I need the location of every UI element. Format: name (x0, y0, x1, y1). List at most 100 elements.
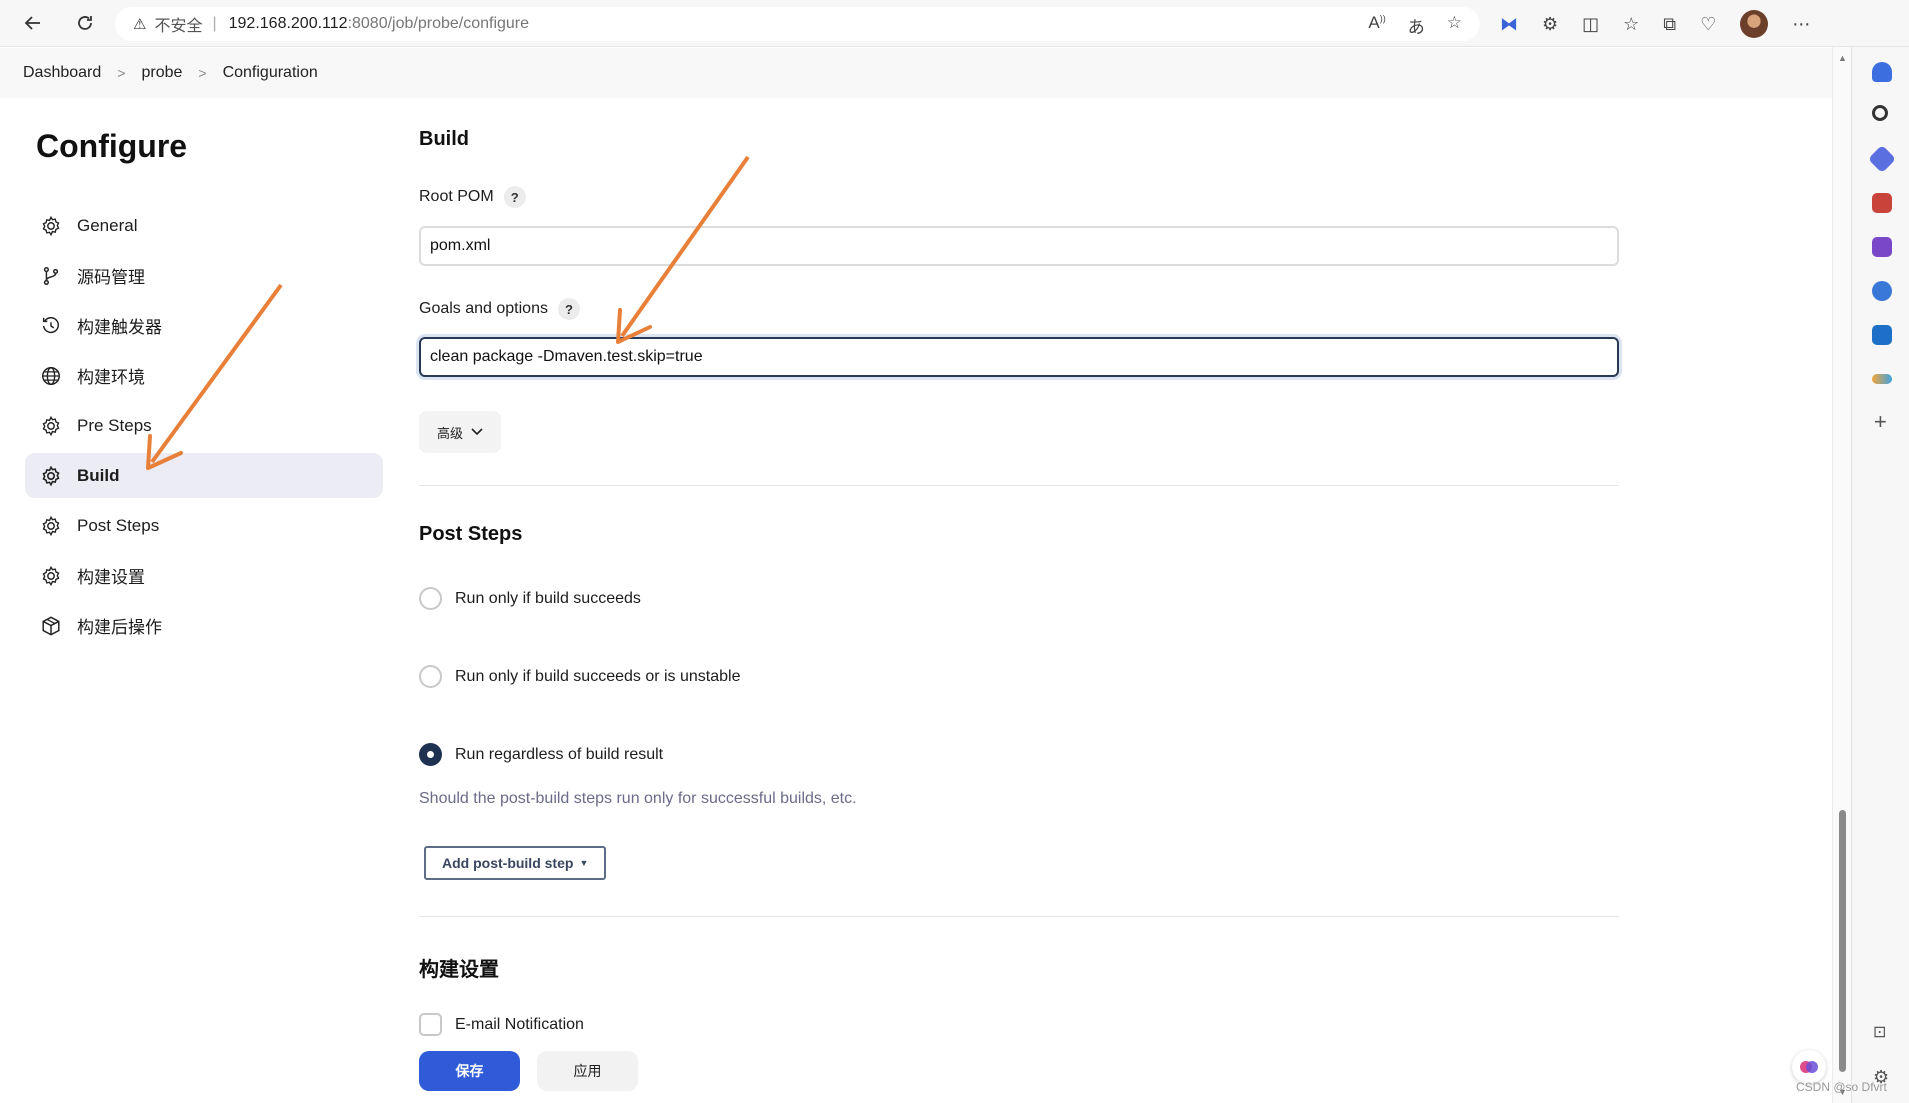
chevron-right-icon: > (198, 65, 207, 81)
section-divider (419, 916, 1619, 917)
browser-toolbar: ⚠ 不安全 | 192.168.200.112 :8080/job/probe/… (0, 0, 1909, 47)
sidebar-item-scm[interactable]: 源码管理 (25, 253, 383, 298)
sidebar-item-label: General (77, 215, 138, 235)
sidebar-item-post-steps[interactable]: Post Steps (25, 503, 383, 548)
edge-sidebar: + ⊡ ⚙ (1851, 47, 1909, 1103)
root-pom-input[interactable]: pom.xml (419, 226, 1619, 266)
radio-circle[interactable] (419, 665, 442, 688)
checkbox-label: E-mail Notification (455, 1015, 584, 1033)
post-steps-description: Should the post-build steps run only for… (419, 790, 857, 807)
advanced-button[interactable]: 高级 (419, 411, 501, 453)
read-aloud-icon[interactable]: A)) (1368, 13, 1385, 38)
screenshot-icon[interactable]: ⊡ (1873, 1022, 1886, 1042)
sidebar-item-label: 构建触发器 (77, 318, 162, 337)
email-notification-checkbox-row[interactable]: E-mail Notification (419, 1013, 584, 1036)
sidebar-item-environment[interactable]: 构建环境 (25, 353, 383, 398)
breadcrumb-configuration[interactable]: Configuration (223, 64, 318, 82)
sidebar-item-general[interactable]: General (25, 203, 383, 248)
toolbox-icon[interactable] (1872, 193, 1892, 213)
sidebar-item-label: 构建设置 (77, 568, 145, 587)
favorite-star-icon[interactable]: ☆ (1447, 13, 1462, 38)
sidebar-item-build-settings[interactable]: 构建设置 (25, 553, 383, 598)
sidebar-item-post-build-actions[interactable]: 构建后操作 (25, 603, 383, 648)
radio-run-regardless[interactable]: Run regardless of build result (419, 743, 663, 766)
breadcrumb: Dashboard > probe > Configuration (0, 48, 1832, 98)
more-icon[interactable]: ⋯ (1792, 14, 1810, 35)
watermark: CSDN @so Dfvrt (1796, 1080, 1887, 1094)
chevron-right-icon: > (117, 65, 126, 81)
caret-down-icon: ▼ (579, 858, 589, 868)
add-icon[interactable]: + (1874, 409, 1887, 435)
office-icon[interactable] (1872, 281, 1892, 301)
url-path: :8080/job/probe/configure (347, 15, 530, 32)
refresh-icon[interactable] (70, 8, 100, 38)
gear-icon (39, 514, 63, 538)
search-icon[interactable] (1872, 105, 1888, 121)
post-steps-section-title: Post Steps (419, 523, 523, 545)
sidebar-item-label: Post Steps (77, 515, 160, 535)
sidebar-item-label: 构建后操作 (77, 618, 162, 637)
root-pom-label: Root POM ? (419, 186, 526, 208)
checkbox[interactable] (419, 1013, 442, 1036)
translate-icon[interactable]: あ (1408, 13, 1425, 38)
collections-icon[interactable]: ⧉ (1663, 14, 1676, 35)
sidebar-item-label: 源码管理 (77, 268, 145, 287)
sidebar-item-label: Pre Steps (77, 415, 152, 435)
url-separator: | (212, 15, 217, 32)
help-icon[interactable]: ? (503, 186, 526, 208)
assistant-icon[interactable] (1792, 1050, 1826, 1084)
favorites-icon[interactable]: ☆ (1623, 14, 1639, 35)
add-step-label: Add post-build step (442, 855, 574, 871)
outlook-icon[interactable] (1872, 325, 1892, 345)
apply-button[interactable]: 应用 (537, 1051, 638, 1091)
back-icon[interactable] (18, 8, 48, 38)
sidebar-item-label: 构建环境 (77, 368, 145, 387)
clock-icon (39, 314, 63, 338)
breadcrumb-dashboard[interactable]: Dashboard (23, 64, 101, 82)
gear-icon (39, 214, 63, 238)
root-pom-label-text: Root POM (419, 188, 494, 205)
radio-label: Run only if build succeeds or is unstabl… (455, 667, 741, 685)
address-bar[interactable]: ⚠ 不安全 | 192.168.200.112 :8080/job/probe/… (115, 7, 1480, 41)
warning-icon: ⚠ (133, 16, 147, 33)
health-icon[interactable]: ♡ (1700, 14, 1716, 35)
bottom-action-bar (0, 1036, 1832, 1103)
goals-label-text: Goals and options (419, 300, 548, 317)
scroll-up-icon[interactable]: ▲ (1838, 53, 1847, 63)
radio-run-if-succeeds[interactable]: Run only if build succeeds (419, 587, 641, 610)
send-icon[interactable] (1872, 374, 1892, 384)
radio-run-if-succeeds-or-unstable[interactable]: Run only if build succeeds or is unstabl… (419, 665, 741, 688)
globe-icon (39, 364, 63, 388)
build-settings-section-title: 构建设置 (419, 959, 499, 981)
games-icon[interactable] (1872, 237, 1892, 257)
sidebar-item-build[interactable]: Build (25, 453, 383, 498)
chevron-down-icon (471, 428, 483, 436)
page-title: Configure (36, 128, 188, 164)
radio-circle-checked[interactable] (419, 743, 442, 766)
goals-input[interactable]: clean package -Dmaven.test.skip=true (419, 337, 1619, 377)
split-screen-icon[interactable]: ◫ (1582, 14, 1599, 35)
avatar[interactable] (1740, 10, 1769, 38)
sidebar-item-triggers[interactable]: 构建触发器 (25, 303, 383, 348)
branch-icon (39, 264, 63, 288)
breadcrumb-probe[interactable]: probe (141, 64, 182, 82)
tag-icon[interactable] (1867, 144, 1897, 174)
page-scrollbar[interactable]: ▲ ▼ (1832, 47, 1851, 1103)
copilot-icon[interactable]: ⧓ (1500, 14, 1518, 35)
help-icon[interactable]: ? (557, 298, 580, 320)
add-post-build-step-button[interactable]: Add post-build step ▼ (424, 846, 607, 880)
notification-bell-icon[interactable] (1872, 62, 1892, 82)
gear-icon (39, 414, 63, 438)
config-sidebar: General 源码管理 构建触发器 构建环境 Pre Steps Build … (25, 203, 383, 653)
cube-icon (39, 614, 63, 638)
scroll-thumb[interactable] (1839, 810, 1846, 1072)
save-button[interactable]: 保存 (419, 1051, 520, 1091)
section-divider (419, 485, 1619, 486)
gear-icon (39, 564, 63, 588)
radio-label: Run regardless of build result (455, 745, 664, 763)
gear-icon (39, 464, 63, 488)
radio-circle[interactable] (419, 587, 442, 610)
sidebar-item-pre-steps[interactable]: Pre Steps (25, 403, 383, 448)
extensions-icon[interactable]: ⚙ (1542, 14, 1558, 35)
build-section-title: Build (419, 128, 469, 150)
